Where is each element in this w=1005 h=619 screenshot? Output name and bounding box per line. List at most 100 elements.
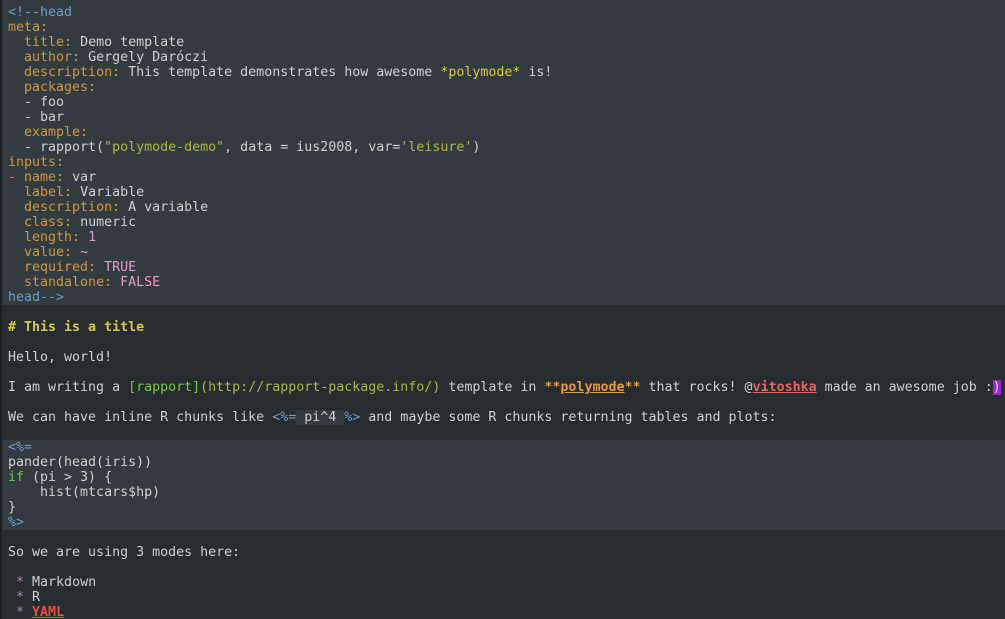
token-obold-u: polymode <box>560 380 624 395</box>
code-line <box>8 395 1005 410</box>
code-line: - name: var <box>8 170 1005 185</box>
code-line: - rapport("polymode-demo", data = ius200… <box>8 140 1005 155</box>
code-line: - foo <box>8 95 1005 110</box>
token-key: standalone: <box>24 275 112 290</box>
token-str: "polymode-demo" <box>104 140 224 155</box>
code-line: So we are using 3 modes here: <box>8 545 1005 560</box>
code-line: inputs: <box>8 155 1005 170</box>
token-df: We can have inline R chunks like <box>8 410 272 425</box>
code-line <box>8 365 1005 380</box>
token-pink: TRUE <box>104 260 136 275</box>
token-df <box>24 605 32 619</box>
token-df: ) <box>472 140 480 155</box>
token-df: Demo template <box>72 35 184 50</box>
token-df: numeric <box>72 215 136 230</box>
token-df <box>72 245 80 260</box>
token-df: A variable <box>120 200 208 215</box>
token-key: required: <box>24 260 96 275</box>
token-df <box>96 260 104 275</box>
token-df <box>8 125 24 140</box>
code-line: Hello, world! <box>8 350 1005 365</box>
token-df: and maybe some R chunks returning tables… <box>360 410 776 425</box>
token-df: This template demonstrates how awesome <box>120 65 440 80</box>
code-line: %> <box>8 515 1005 530</box>
markdown-section-2: So we are using 3 modes here: * Markdown… <box>0 530 1005 619</box>
code-line: * Markdown <box>8 575 1005 590</box>
token-df: Hello, world! <box>8 350 112 365</box>
code-line: } <box>8 500 1005 515</box>
code-line <box>8 530 1005 545</box>
token-df: Gergely Daróczi <box>80 50 208 65</box>
code-line: hist(mtcars$hp) <box>8 485 1005 500</box>
token-pink: ~ <box>80 245 88 260</box>
token-df <box>8 215 24 230</box>
token-df <box>8 590 16 605</box>
token-df <box>8 80 24 95</box>
yaml-head-section: <!--headmeta: title: Demo template autho… <box>0 0 1005 305</box>
token-key: inputs: <box>8 155 64 170</box>
code-line <box>8 425 1005 440</box>
token-blue: head--> <box>8 290 64 305</box>
token-df <box>8 245 24 260</box>
token-key: title: <box>24 35 72 50</box>
code-line: label: Variable <box>8 185 1005 200</box>
token-df <box>8 575 16 590</box>
token-title: # This is a title <box>8 320 144 335</box>
token-str: (http://rapport-package.info/) <box>200 380 440 395</box>
token-key: class: <box>24 215 72 230</box>
token-df: , data = ius2008, var= <box>224 140 400 155</box>
token-df: hist(mtcars$hp) <box>8 485 160 500</box>
token-bullet: * <box>16 605 24 619</box>
code-line: length: 1 <box>8 230 1005 245</box>
token-df <box>8 35 24 50</box>
token-df: - rapport( <box>8 140 104 155</box>
token-df: is! <box>520 65 552 80</box>
token-df: I am writing a <box>8 380 128 395</box>
token-blue: %> <box>8 515 24 530</box>
text-cursor: ) <box>993 380 1001 395</box>
token-red-link2: YAML <box>32 605 64 619</box>
token-df: var <box>64 170 96 185</box>
r-chunk-section: <%=pander(head(iris))if (pi > 3) { hist(… <box>0 440 1005 530</box>
code-line: packages: <box>8 80 1005 95</box>
token-green: [rapport] <box>128 380 200 395</box>
markdown-section-1: # This is a title Hello, world! I am writi… <box>0 305 1005 440</box>
token-df <box>8 65 24 80</box>
code-line: pander(head(iris)) <box>8 455 1005 470</box>
token-bullet: * <box>16 575 24 590</box>
token-obold: ** <box>544 380 560 395</box>
code-line: required: TRUE <box>8 260 1005 275</box>
token-df: } <box>8 500 16 515</box>
code-line: standalone: FALSE <box>8 275 1005 290</box>
token-df <box>16 170 24 185</box>
token-bullet: * <box>16 590 24 605</box>
code-line <box>8 560 1005 575</box>
token-df: (pi > 3) { <box>24 470 112 485</box>
token-inline-chunk: pi^4 <box>296 410 344 425</box>
text-editor-buffer[interactable]: <!--headmeta: title: Demo template autho… <box>0 0 1005 619</box>
token-yellow: *polymode* <box>440 65 520 80</box>
token-blue: <%= <box>8 440 32 455</box>
token-str: 'leisure' <box>400 140 472 155</box>
token-key: label: <box>24 185 72 200</box>
token-key: meta: <box>8 20 48 35</box>
code-line: value: ~ <box>8 245 1005 260</box>
token-df: template in <box>440 380 544 395</box>
code-line: I am writing a [rapport](http://rapport-… <box>8 380 1005 395</box>
token-df: Markdown <box>24 575 96 590</box>
token-red-link: vitoshka <box>753 380 817 395</box>
token-key: author: <box>24 50 80 65</box>
token-df <box>8 275 24 290</box>
token-obold: ** <box>624 380 640 395</box>
code-line: We can have inline R chunks like <%= pi^… <box>8 410 1005 425</box>
token-df <box>8 200 24 215</box>
token-df <box>80 230 88 245</box>
token-df <box>8 185 24 200</box>
token-blue: <%= <box>272 410 296 425</box>
token-key: example: <box>24 125 88 140</box>
token-key: description: <box>24 65 120 80</box>
token-df: pander(head(iris)) <box>8 455 152 470</box>
token-df: that rocks! @ <box>640 380 752 395</box>
token-green: if <box>8 470 24 485</box>
code-line: meta: <box>8 20 1005 35</box>
